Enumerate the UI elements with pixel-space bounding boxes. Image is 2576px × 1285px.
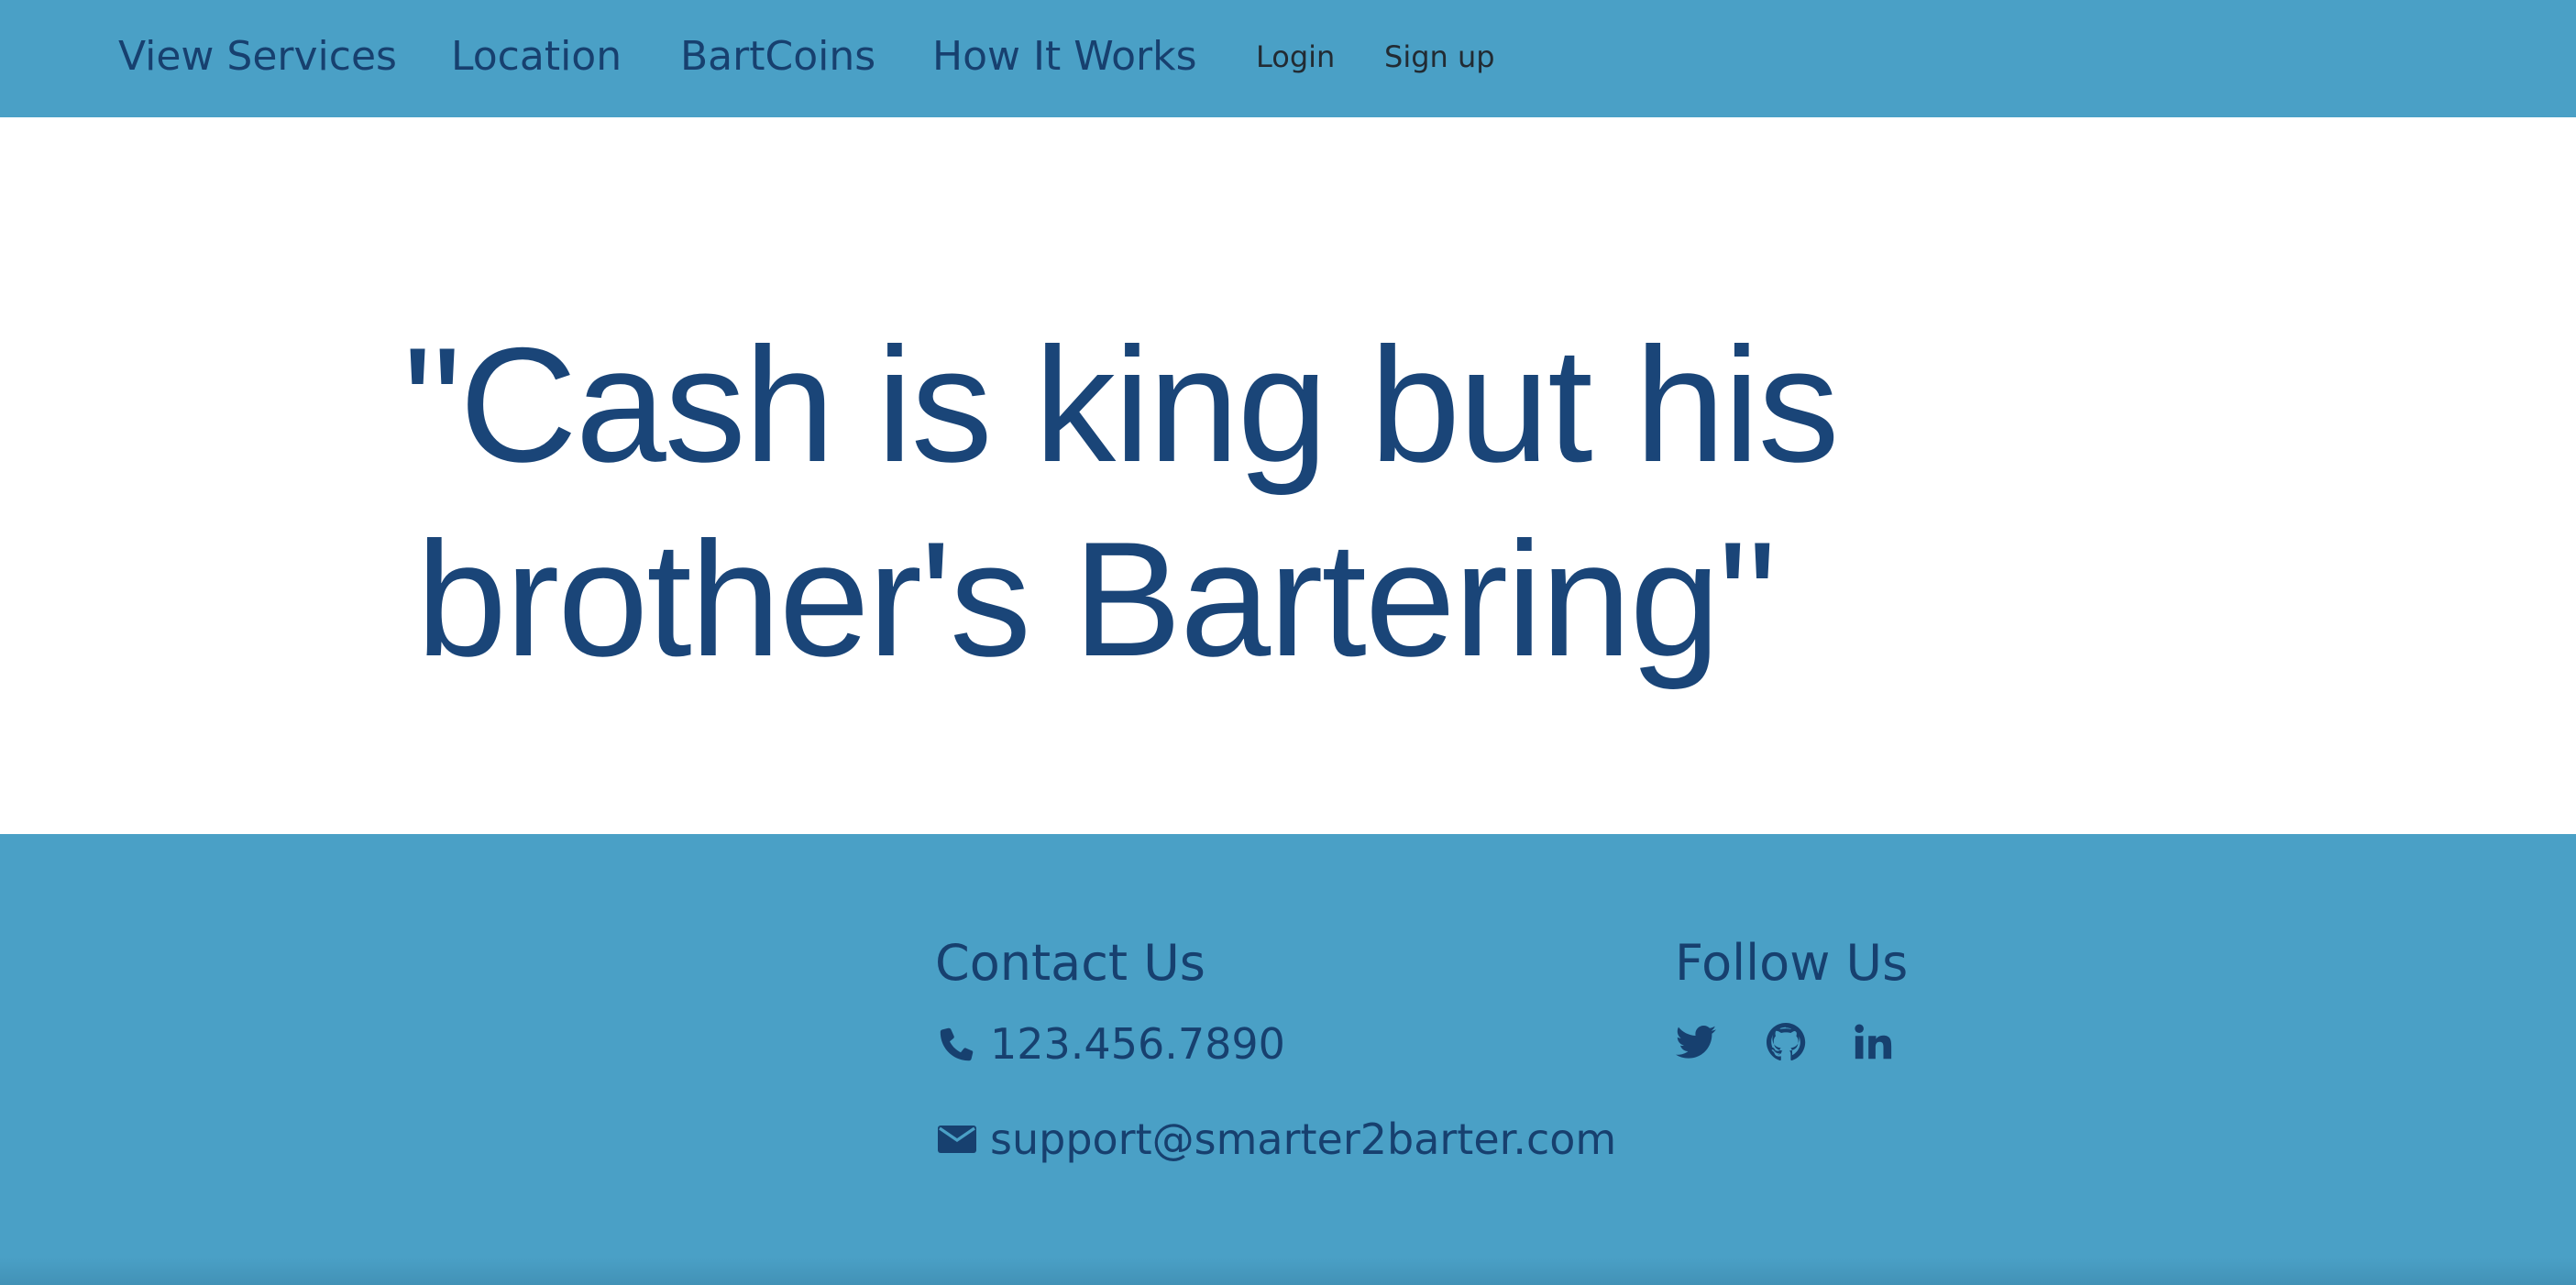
nav-bartcoins[interactable]: BartCoins bbox=[680, 31, 875, 82]
hero-quote: "Cash is king but his brother's Barterin… bbox=[403, 308, 2328, 697]
hero-section: "Cash is king but his brother's Barterin… bbox=[0, 117, 2576, 834]
hero-quote-line-2: brother's Bartering" bbox=[416, 508, 1777, 690]
twitter-icon[interactable] bbox=[1673, 1019, 1719, 1065]
contact-phone-number: 123.456.7890 bbox=[990, 1019, 1285, 1069]
contact-email[interactable]: support@smarter2barter.com bbox=[935, 1112, 1616, 1167]
hero-quote-line-1: "Cash is king but his bbox=[403, 313, 1840, 496]
contact-email-address: support@smarter2barter.com bbox=[990, 1115, 1617, 1164]
top-navbar: View Services Location BartCoins How It … bbox=[0, 0, 2576, 117]
nav-view-services[interactable]: View Services bbox=[118, 31, 397, 82]
nav-how-it-works[interactable]: How It Works bbox=[932, 31, 1197, 82]
linkedin-icon[interactable] bbox=[1850, 1019, 1896, 1065]
contact-phone[interactable]: 123.456.7890 bbox=[935, 1016, 1285, 1071]
nav-login[interactable]: Login bbox=[1256, 38, 1335, 75]
github-icon[interactable] bbox=[1763, 1019, 1809, 1065]
nav-location[interactable]: Location bbox=[451, 31, 622, 82]
contact-us-heading: Contact Us bbox=[935, 934, 1205, 992]
footer bbox=[0, 834, 2576, 1285]
envelope-icon bbox=[935, 1117, 979, 1161]
phone-icon bbox=[935, 1022, 979, 1066]
follow-us-heading: Follow Us bbox=[1675, 934, 1909, 992]
footer-bottom-shadow bbox=[0, 1258, 2576, 1285]
nav-sign-up[interactable]: Sign up bbox=[1384, 38, 1495, 75]
